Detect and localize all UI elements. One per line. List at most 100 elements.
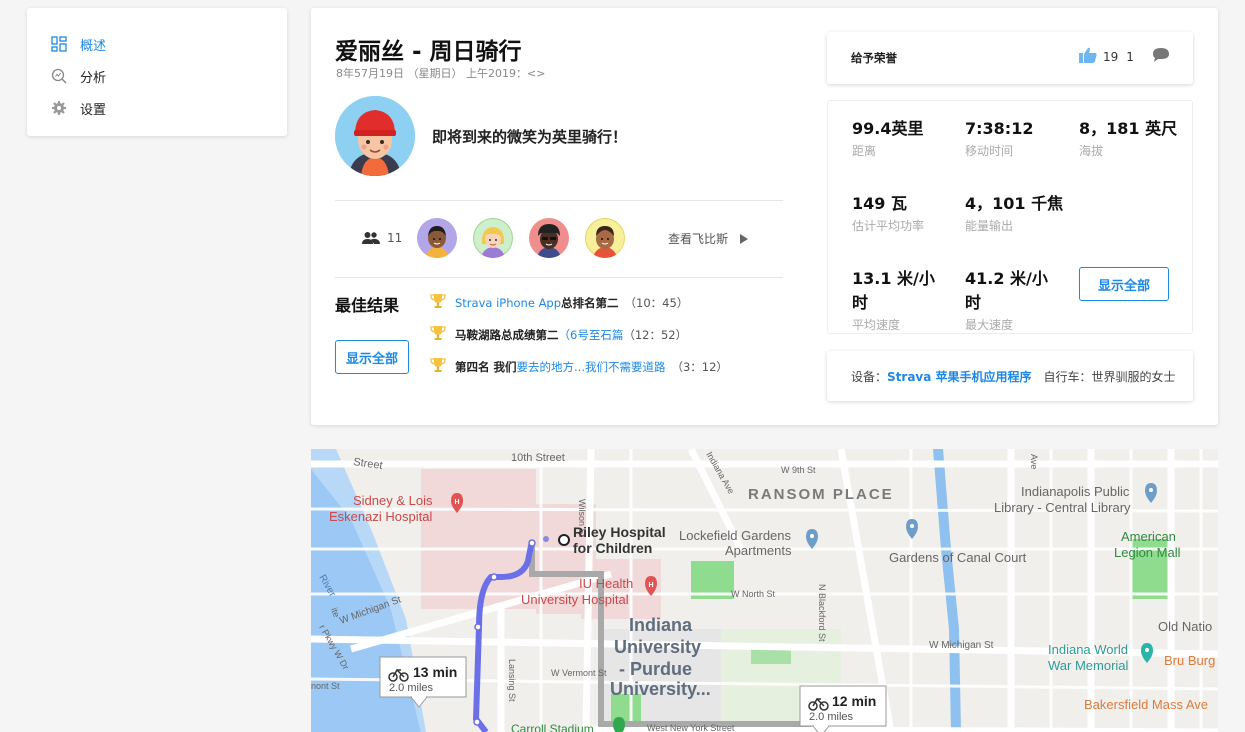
map-label: W 9th St <box>781 465 816 475</box>
stat-elevation: 8，181 英尺 海拔 <box>1079 117 1189 159</box>
map-label: Indiana World <box>1048 642 1128 657</box>
activity-description: 即将到来的微笑为英里骑行！ <box>432 128 628 146</box>
flyby-link[interactable]: 查看飞比斯 <box>668 230 749 247</box>
stat-label: 估计平均功率 <box>852 219 925 233</box>
achievement-prefix: 马鞍湖路总成绩第二 <box>455 327 559 342</box>
overview-icon <box>51 36 67 52</box>
achievement-item: 马鞍湖路总成绩第二 （6号至石篇 （12：52） <box>430 325 687 344</box>
group-icon <box>362 230 380 249</box>
show-all-stats-button[interactable]: 显示全部 <box>1079 267 1169 301</box>
svg-text:H: H <box>454 499 459 506</box>
map-label: Lockefield Gardens <box>679 528 792 543</box>
map-label: Old Natio <box>1158 619 1212 634</box>
show-all-achievements-button[interactable]: 显示全部 <box>335 340 409 374</box>
athlete-avatar[interactable] <box>585 218 625 258</box>
stat-value: 7:38:12 <box>965 119 1034 138</box>
svg-text:H: H <box>648 582 653 589</box>
comment-icon[interactable] <box>1152 47 1170 66</box>
stat-label: 移动时间 <box>965 144 1014 158</box>
map-label: Bru Burg <box>1164 653 1215 668</box>
achievement-link[interactable]: （6号至石篇 <box>559 327 624 343</box>
map-label: W Michigan St <box>929 640 994 651</box>
flyby-label: 查看飞比斯 <box>668 232 729 246</box>
sidebar-nav: 概述 分析 设置 <box>27 8 287 136</box>
map-label: West New York Street <box>647 723 735 732</box>
activity-date: 8年57月19日 （星期日） 上午2019：<> <box>336 67 546 80</box>
route-distance: 2.0 miles <box>809 711 854 723</box>
achievement-rank: 总排名第二 <box>561 295 619 310</box>
map-label: Carroll Stadium <box>511 722 594 732</box>
map-label: Indiana <box>629 615 693 635</box>
kudos-stats: 19 1 <box>1079 47 1170 66</box>
analysis-icon <box>51 68 67 84</box>
athlete-avatar[interactable] <box>417 218 457 258</box>
map-pin-icon[interactable] <box>613 717 625 732</box>
stat-value: 99.4英里 <box>852 119 924 138</box>
stat-energy: 4，101 千焦 能量输出 <box>965 192 1065 234</box>
achievement-link[interactable]: Strava iPhone App <box>455 296 561 310</box>
sidebar-item-label: 分析 <box>80 70 107 86</box>
map-label: IU Health <box>579 576 633 591</box>
activity-title: 爱丽丝 - 周日骑行 <box>335 39 522 65</box>
stat-label: 海拔 <box>1079 144 1104 158</box>
trophy-icon <box>430 325 446 344</box>
map-label: N Blackford St <box>817 584 827 642</box>
achievement-link[interactable]: 要去的地方...我们不需要道路 <box>517 359 666 375</box>
map-label: War Memorial <box>1048 658 1129 673</box>
map-label: University Hospital <box>521 592 629 607</box>
avatar[interactable] <box>335 96 415 176</box>
gear-icon <box>51 100 67 116</box>
stat-label: 最大速度 <box>965 318 1014 332</box>
map-label: RANSOM PLACE <box>748 486 894 503</box>
stat-value: 41.2 米/小时 <box>965 269 1048 312</box>
sidebar-item-analysis[interactable]: 分析 <box>27 60 287 92</box>
stat-power: 149 瓦 估计平均功率 <box>852 192 952 234</box>
stat-value: 4，101 千焦 <box>965 194 1064 213</box>
route-distance: 2.0 miles <box>389 682 434 694</box>
map-label: Ave <box>1029 454 1039 469</box>
route-info-box[interactable]: 12 min 2.0 miles <box>799 685 887 732</box>
divider <box>335 200 783 201</box>
map-label: W Vermont St <box>551 668 607 678</box>
achievement-time: （10：45） <box>624 295 689 310</box>
athlete-avatar[interactable] <box>529 218 569 258</box>
sidebar-item-settings[interactable]: 设置 <box>27 92 287 124</box>
device-link[interactable]: Strava 苹果手机应用程序 <box>887 368 1032 385</box>
sidebar-item-overview[interactable]: 概述 <box>27 28 287 60</box>
achievement-time: （12：52） <box>623 327 688 342</box>
map-label: 10th Street <box>511 452 565 464</box>
kudos-card: 给予荣誉 19 1 <box>827 32 1193 84</box>
sidebar-item-label: 概述 <box>80 38 107 54</box>
stat-distance: 99.4英里 距离 <box>852 117 952 159</box>
map-label: University... <box>610 679 711 699</box>
map-label: Gardens of Canal Court <box>889 550 1027 565</box>
device-label: 设备： <box>851 369 888 384</box>
stat-avg-speed: 13.1 米/小时 平均速度 <box>852 267 936 333</box>
map-label: Eskenazi Hospital <box>329 509 432 524</box>
stat-max-speed: 41.2 米/小时 最大速度 <box>965 267 1049 333</box>
sidebar-item-label: 设置 <box>80 102 107 118</box>
achievement-prefix: 第四名 我们 <box>455 359 517 374</box>
route-map[interactable]: H H Street 10th Street Wilson St Indiana… <box>311 449 1218 732</box>
stat-value: 149 瓦 <box>852 194 907 213</box>
bike-info: 自行车：世界驯服的女士 <box>1043 369 1176 384</box>
group-count: 11 <box>387 231 403 245</box>
comment-count: 1 <box>1126 49 1134 64</box>
thumbs-up-icon[interactable] <box>1079 47 1097 66</box>
map-label: Library - Central Library <box>994 500 1131 515</box>
kudos-count: 19 <box>1103 49 1119 64</box>
give-kudos-button[interactable]: 给予荣誉 <box>851 50 897 66</box>
route-time: 12 min <box>832 693 876 709</box>
route-time: 13 min <box>413 664 457 680</box>
achievement-time: （3：12） <box>671 359 728 374</box>
athlete-avatar[interactable] <box>473 218 513 258</box>
achievement-item: Strava iPhone App 总排名第二 （10：45） <box>430 293 688 312</box>
map-label: Lansing St <box>507 659 517 702</box>
map-label: Indianapolis Public <box>1021 484 1130 499</box>
stat-value: 8，181 英尺 <box>1079 119 1178 138</box>
divider <box>335 277 783 278</box>
map-label: nont St <box>311 681 340 691</box>
stat-label: 平均速度 <box>852 318 901 332</box>
map-label: W North St <box>731 589 776 599</box>
map-label: Legion Mall <box>1114 545 1181 560</box>
